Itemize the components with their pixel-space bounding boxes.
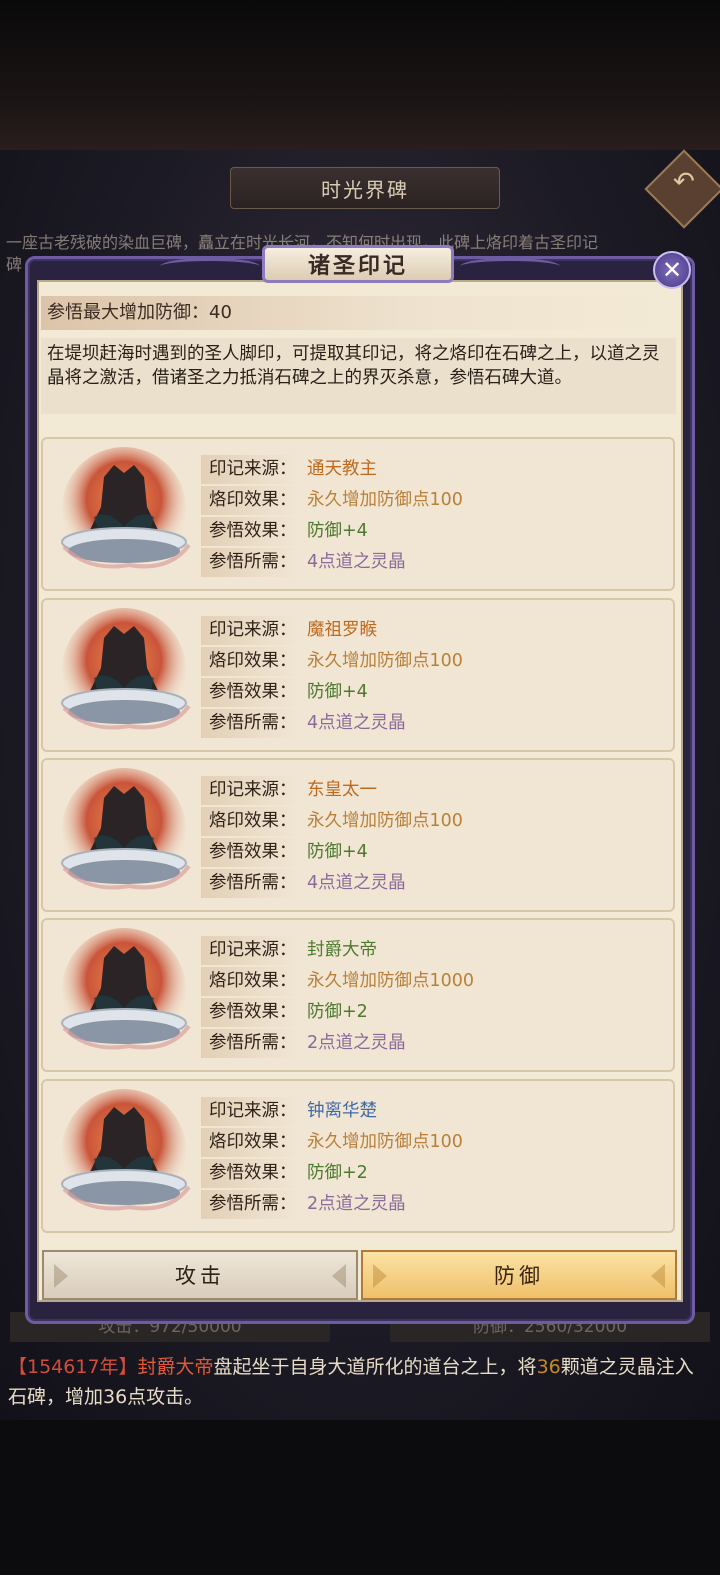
log-name: 封爵大帝 <box>137 1356 214 1378</box>
seal-card[interactable]: 印记来源： 通天教主 烙印效果： 永久增加防御点100 参悟效果： 防御+4 参… <box>41 437 675 591</box>
seal-emblem-icon <box>49 608 199 748</box>
cost-label: 参悟所需： <box>201 1190 299 1219</box>
cost-row: 参悟所需： 4点道之灵晶 <box>201 548 671 577</box>
tab-defense[interactable]: 防御 <box>361 1250 677 1300</box>
insight-row: 参悟效果： 防御+4 <box>201 838 671 867</box>
dialog-title: 诸圣印记 <box>262 245 454 283</box>
effect-row: 烙印效果： 永久增加防御点100 <box>201 486 671 515</box>
cost-label: 参悟所需： <box>201 548 299 577</box>
insight-value: 防御+4 <box>307 842 368 862</box>
seal-card[interactable]: 印记来源： 钟离华楚 烙印效果： 永久增加防御点100 参悟效果： 防御+2 参… <box>41 1079 675 1233</box>
source-row: 印记来源： 封爵大帝 <box>201 936 671 965</box>
tab-label: 攻击 <box>175 1264 225 1288</box>
source-row: 印记来源： 东皇太一 <box>201 776 671 805</box>
effect-label: 烙印效果： <box>201 647 299 676</box>
source-label: 印记来源： <box>201 455 299 484</box>
insight-value: 防御+2 <box>307 1163 368 1183</box>
top-backdrop <box>0 0 720 150</box>
undo-arrow-icon: ↶ <box>673 166 695 197</box>
insight-row: 参悟效果： 防御+2 <box>201 998 671 1027</box>
cost-value: 2点道之灵晶 <box>307 1033 406 1053</box>
source-row: 印记来源： 钟离华楚 <box>201 1097 671 1126</box>
cost-label: 参悟所需： <box>201 709 299 738</box>
effect-row: 烙印效果： 永久增加防御点100 <box>201 807 671 836</box>
source-label: 印记来源： <box>201 776 299 805</box>
tab-arrow-icon <box>332 1264 346 1288</box>
tab-arrow-icon <box>651 1264 665 1288</box>
effect-row: 烙印效果： 永久增加防御点1000 <box>201 967 671 996</box>
effect-label: 烙印效果： <box>201 486 299 515</box>
source-label: 印记来源： <box>201 936 299 965</box>
log-year: 【154617年】 <box>8 1356 138 1378</box>
seal-emblem-icon <box>49 768 199 908</box>
effect-value: 永久增加防御点100 <box>307 1132 463 1152</box>
effect-value: 永久增加防御点100 <box>307 811 463 831</box>
max-defense-bonus: 参悟最大增加防御：40 <box>41 296 676 330</box>
source-row: 印记来源： 通天教主 <box>201 455 671 484</box>
cost-value: 4点道之灵晶 <box>307 552 406 572</box>
source-value: 钟离华楚 <box>307 1101 377 1121</box>
source-value: 东皇太一 <box>307 780 377 800</box>
source-label: 印记来源： <box>201 1097 299 1126</box>
cost-row: 参悟所需： 4点道之灵晶 <box>201 869 671 898</box>
bottom-backdrop <box>0 1420 720 1575</box>
cost-row: 参悟所需： 2点道之灵晶 <box>201 1029 671 1058</box>
log-text: 盘起坐于自身大道所化的道台之上，将 <box>213 1356 537 1378</box>
effect-row: 烙印效果： 永久增加防御点100 <box>201 1128 671 1157</box>
seal-emblem-icon <box>49 447 199 587</box>
close-x-icon: ✕ <box>661 256 683 284</box>
log-count: 36 <box>536 1356 561 1378</box>
cost-label: 参悟所需： <box>201 1029 299 1058</box>
cost-label: 参悟所需： <box>201 869 299 898</box>
seal-info: 印记来源： 东皇太一 烙印效果： 永久增加防御点100 参悟效果： 防御+4 参… <box>201 776 671 900</box>
tab-arrow-icon <box>373 1264 387 1288</box>
seal-card[interactable]: 印记来源： 封爵大帝 烙印效果： 永久增加防御点1000 参悟效果： 防御+2 … <box>41 918 675 1072</box>
insight-value: 防御+2 <box>307 1002 368 1022</box>
seal-info: 印记来源： 封爵大帝 烙印效果： 永久增加防御点1000 参悟效果： 防御+2 … <box>201 936 671 1060</box>
insight-label: 参悟效果： <box>201 998 299 1027</box>
insight-label: 参悟效果： <box>201 1159 299 1188</box>
dialog-ornament <box>460 258 560 275</box>
source-value: 通天教主 <box>307 459 377 479</box>
insight-value: 防御+4 <box>307 521 368 541</box>
effect-label: 烙印效果： <box>201 967 299 996</box>
cost-value: 4点道之灵晶 <box>307 713 406 733</box>
effect-row: 烙印效果： 永久增加防御点100 <box>201 647 671 676</box>
effect-label: 烙印效果： <box>201 1128 299 1157</box>
insight-row: 参悟效果： 防御+4 <box>201 517 671 546</box>
seal-card[interactable]: 印记来源： 魔祖罗睺 烙印效果： 永久增加防御点100 参悟效果： 防御+4 参… <box>41 598 675 752</box>
insight-label: 参悟效果： <box>201 678 299 707</box>
tab-arrow-icon <box>54 1264 68 1288</box>
seal-info: 印记来源： 魔祖罗睺 烙印效果： 永久增加防御点100 参悟效果： 防御+4 参… <box>201 616 671 740</box>
effect-value: 永久增加防御点100 <box>307 651 463 671</box>
seal-card[interactable]: 印记来源： 东皇太一 烙印效果： 永久增加防御点100 参悟效果： 防御+4 参… <box>41 758 675 912</box>
cost-value: 2点道之灵晶 <box>307 1194 406 1214</box>
source-value: 魔祖罗睺 <box>307 620 377 640</box>
cost-row: 参悟所需： 4点道之灵晶 <box>201 709 671 738</box>
cost-row: 参悟所需： 2点道之灵晶 <box>201 1190 671 1219</box>
dialog-ornament <box>160 258 260 275</box>
seal-emblem-icon <box>49 928 199 1068</box>
dialog-description: 在堤坝赶海时遇到的圣人脚印，可提取其印记，将之烙印在石碑之上，以道之灵晶将之激活… <box>41 338 676 414</box>
source-value: 封爵大帝 <box>307 940 377 960</box>
tab-label: 防御 <box>494 1264 544 1288</box>
close-button[interactable]: ✕ <box>653 251 691 289</box>
insight-label: 参悟效果： <box>201 517 299 546</box>
effect-value: 永久增加防御点100 <box>307 490 463 510</box>
source-label: 印记来源： <box>201 616 299 645</box>
insight-row: 参悟效果： 防御+4 <box>201 678 671 707</box>
seal-info: 印记来源： 钟离华楚 烙印效果： 永久增加防御点100 参悟效果： 防御+2 参… <box>201 1097 671 1221</box>
insight-label: 参悟效果： <box>201 838 299 867</box>
seal-info: 印记来源： 通天教主 烙印效果： 永久增加防御点100 参悟效果： 防御+4 参… <box>201 455 671 579</box>
effect-label: 烙印效果： <box>201 807 299 836</box>
cost-value: 4点道之灵晶 <box>307 873 406 893</box>
insight-row: 参悟效果： 防御+2 <box>201 1159 671 1188</box>
source-row: 印记来源： 魔祖罗睺 <box>201 616 671 645</box>
seal-emblem-icon <box>49 1089 199 1229</box>
effect-value: 永久增加防御点1000 <box>307 971 475 991</box>
event-log: 【154617年】封爵大帝盘起坐于自身大道所化的道台之上，将36颗道之灵晶注入石… <box>8 1352 712 1412</box>
page-title: 时光界碑 <box>230 167 500 209</box>
tab-attack[interactable]: 攻击 <box>42 1250 358 1300</box>
insight-value: 防御+4 <box>307 682 368 702</box>
